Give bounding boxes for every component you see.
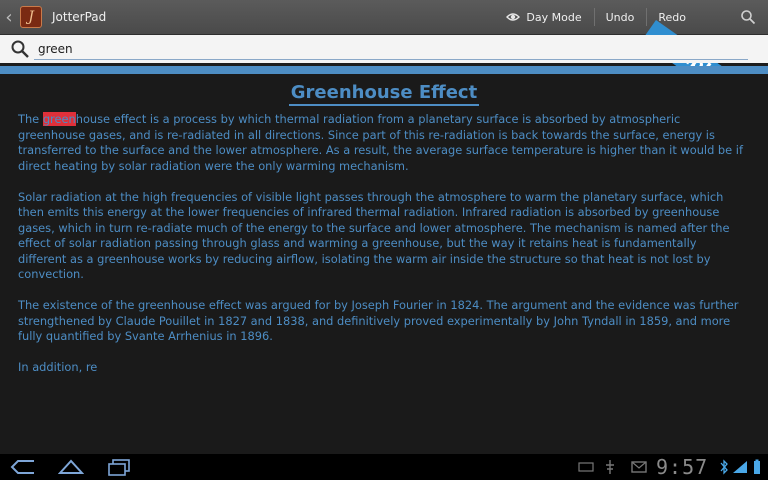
redo-button[interactable]: Redo [646, 0, 698, 34]
paragraph-4: In addition, re [18, 360, 98, 374]
search-match-highlight: green [42, 112, 76, 126]
home-icon[interactable] [58, 457, 84, 477]
clock[interactable]: 9:57 [656, 455, 708, 479]
paragraph-3: The existence of the greenhouse effect w… [18, 298, 739, 343]
redo-label: Redo [658, 10, 686, 24]
app-icon[interactable]: J [20, 6, 42, 28]
battery-icon [754, 459, 760, 474]
search-icon [741, 10, 756, 25]
action-bar: ‹ J JotterPad Day Mode Undo Redo [0, 0, 768, 35]
paragraph-1-rest: house effect is a process by which therm… [18, 112, 743, 173]
back-chevron-icon[interactable]: ‹ [2, 0, 16, 34]
undo-button[interactable]: Undo [593, 0, 647, 34]
wifi-icon [733, 461, 747, 473]
document-area[interactable]: Greenhouse Effect The greenhouse effect … [0, 74, 768, 454]
day-mode-button[interactable]: Day Mode [494, 0, 593, 34]
paragraph-1: The greenhouse effect is a process by wh… [18, 112, 748, 174]
app-icon-letter: J [28, 9, 34, 25]
find-bar [0, 35, 768, 63]
paragraph-2: Solar radiation at the high frequencies … [18, 189, 730, 282]
document-title: Greenhouse Effect [0, 82, 768, 106]
system-bar: 9:57 [0, 454, 768, 480]
document-title-text: Greenhouse Effect [288, 82, 480, 106]
usb-icon [606, 460, 614, 474]
mail-icon [631, 461, 647, 473]
eye-icon [506, 13, 521, 21]
action-bar-search-button[interactable] [728, 0, 768, 34]
day-mode-label: Day Mode [526, 10, 582, 24]
document-body[interactable]: The greenhouse effect is a process by wh… [18, 112, 748, 391]
undo-label: Undo [605, 10, 635, 24]
recent-apps-icon[interactable] [106, 457, 132, 477]
back-icon[interactable] [10, 457, 36, 477]
header-divider [0, 66, 768, 74]
bluetooth-icon [720, 459, 728, 475]
find-input-underline [34, 59, 748, 60]
keyboard-icon [578, 462, 594, 472]
app-title: JotterPad [52, 10, 107, 24]
paragraph-1-start: The [18, 112, 43, 126]
find-search-icon [11, 40, 29, 58]
find-input[interactable] [38, 38, 678, 60]
